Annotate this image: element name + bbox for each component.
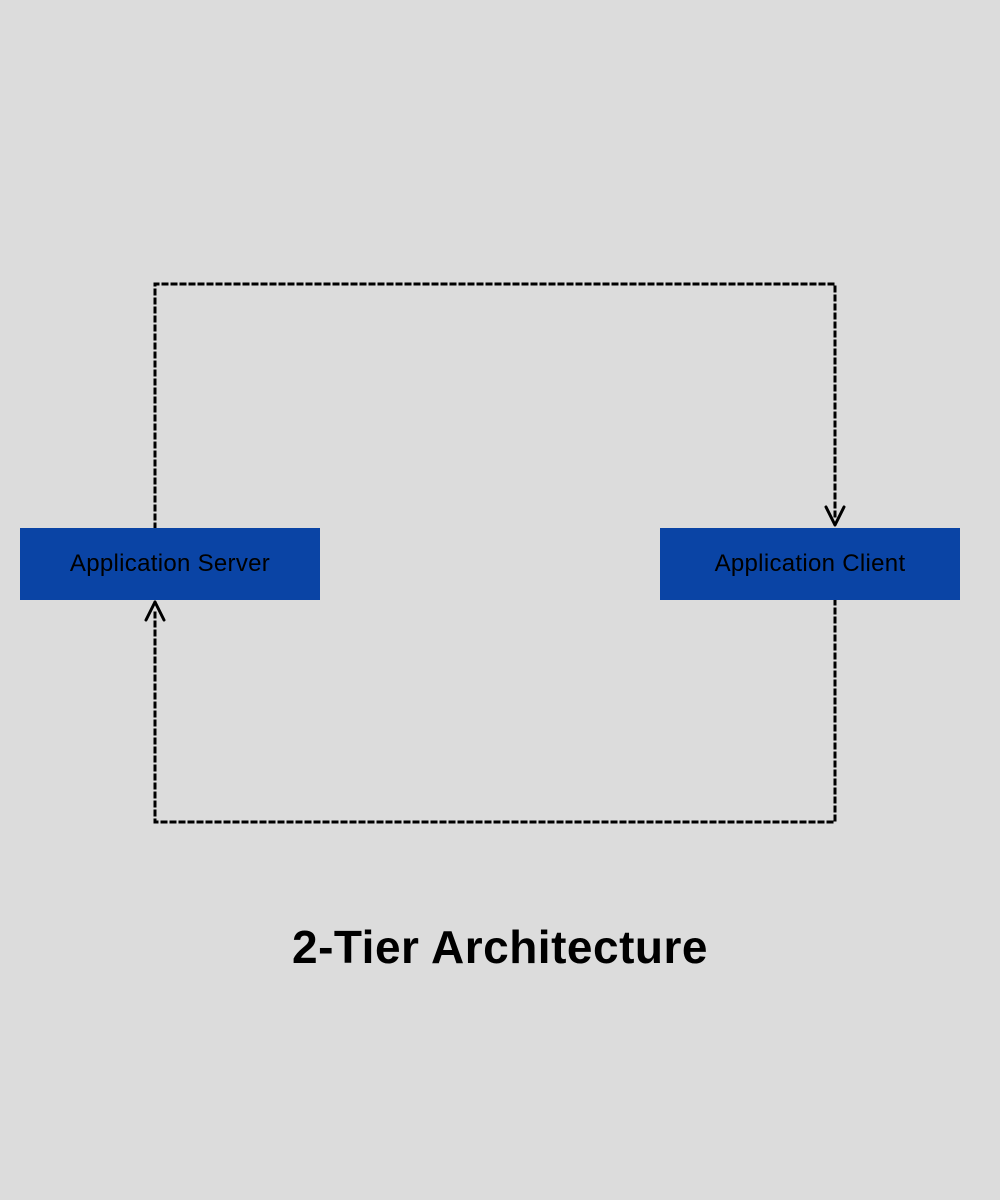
diagram-title: 2-Tier Architecture bbox=[0, 920, 1000, 974]
server-label: Application Server bbox=[70, 550, 270, 578]
diagram-canvas: Application Server Application Client 2-… bbox=[0, 0, 1000, 1200]
bottom-connector bbox=[155, 600, 835, 822]
application-server-node: Application Server bbox=[20, 528, 320, 600]
client-label: Application Client bbox=[715, 550, 906, 578]
connector-lines bbox=[0, 0, 1000, 1200]
application-client-node: Application Client bbox=[660, 528, 960, 600]
top-connector bbox=[155, 284, 835, 528]
